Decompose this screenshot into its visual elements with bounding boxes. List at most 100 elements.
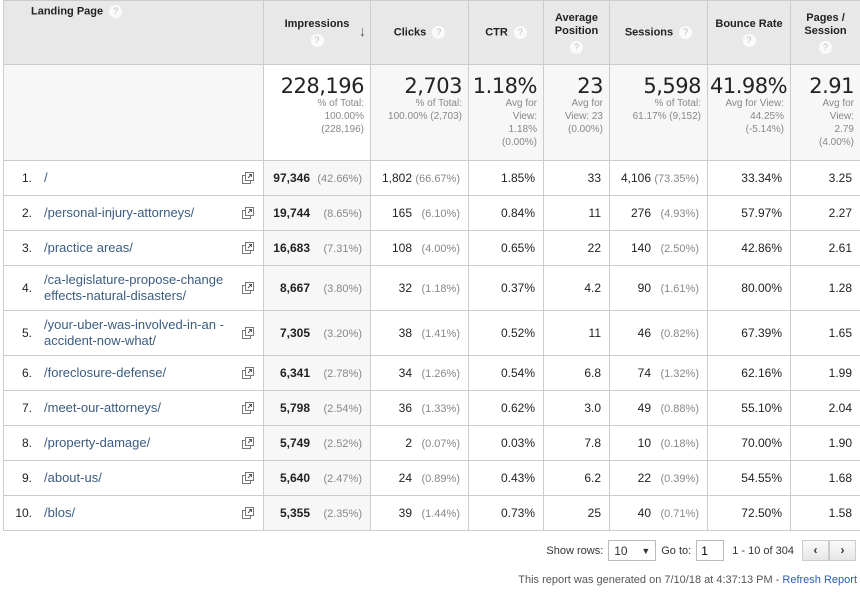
col-header-clicks[interactable]: Clicks? — [370, 0, 469, 65]
dropdown-caret-icon: ▼ — [641, 545, 651, 556]
table-row: 7. /meet-our-attorneys/5,798 (2.54%) 36 (1.3… — [3, 390, 860, 426]
ctr-cell: 0.03% — [468, 425, 544, 461]
col-header-bounce-rate[interactable]: Bounce Rate? — [707, 0, 791, 65]
col-header-landing-page[interactable]: Landing Page? — [3, 0, 264, 65]
landing-page-link[interactable]: /meet-our-attorneys/ — [44, 400, 240, 416]
landing-page-cell: 10. /blos/ — [3, 495, 264, 531]
table-row: 3. /practice areas/16,683 (7.31%) 108 (4.00%… — [3, 230, 860, 266]
pages-session-cell: 1.99 — [790, 355, 860, 391]
landing-page-link[interactable]: /blos/ — [44, 505, 240, 521]
help-icon[interactable]: ? — [109, 5, 123, 18]
landing-page-link[interactable]: /personal-injury-attorneys/ — [44, 205, 240, 221]
landing-page-link[interactable]: /about-us/ — [44, 470, 240, 486]
clicks-cell: 38 (1.41%) — [370, 310, 469, 356]
sort-descending-icon[interactable]: ↓ — [359, 24, 366, 38]
help-icon[interactable]: ? — [679, 25, 693, 39]
clicks-cell: 32 (1.18%) — [370, 265, 469, 311]
col-header-pages-session[interactable]: Pages / Session? — [790, 0, 860, 65]
avg-position-cell: 3.0 — [543, 390, 610, 426]
summary-clicks: 2,703% of Total: 100.00% (2,703) — [370, 64, 469, 161]
ctr-cell: 0.52% — [468, 310, 544, 356]
landing-page-link[interactable]: / — [44, 170, 240, 186]
open-external-link-icon[interactable] — [241, 326, 255, 340]
landing-page-link[interactable]: /property-damage/ — [44, 435, 240, 451]
bounce-rate-cell: 72.50% — [707, 495, 791, 531]
row-index: 3. — [21, 241, 32, 255]
landing-page-cell: 2. /personal-injury-attorneys/ — [3, 195, 264, 231]
sessions-cell: 46 (0.82%) — [609, 310, 708, 356]
bounce-rate-cell: 67.39% — [707, 310, 791, 356]
row-range-text: 1 - 10 of 304 — [732, 544, 794, 557]
col-header-sessions[interactable]: Sessions? — [609, 0, 708, 65]
table-row: 6. /foreclosure-defense/6,341 (2.78%) 34 (1.… — [3, 355, 860, 391]
open-external-link-icon[interactable] — [241, 506, 255, 520]
clicks-cell: 165 (6.10%) — [370, 195, 469, 231]
col-header-avg-position[interactable]: Average Position? — [543, 0, 610, 65]
landing-page-link[interactable]: /your-uber-was-involved-in-an -accident-… — [44, 317, 240, 349]
pages-session-cell: 1.68 — [790, 460, 860, 496]
col-header-impressions[interactable]: Impressions ? ↓ — [263, 0, 371, 65]
clicks-cell: 2 (0.07%) — [370, 425, 469, 461]
sessions-cell: 140 (2.50%) — [609, 230, 708, 266]
summary-ctr: 1.18% Avg for View: 1.18% (0.00%) — [468, 64, 544, 161]
show-rows-select[interactable]: 10 ▼ — [608, 540, 657, 561]
col-header-ctr[interactable]: CTR? — [468, 0, 544, 65]
ctr-cell: 0.54% — [468, 355, 544, 391]
sessions-cell: 22 (0.39%) — [609, 460, 708, 496]
table-row: 10. /blos/5,355 (2.35%) 39 (1.44%) 0.73% 25 40(… — [3, 495, 860, 531]
summary-sessions: 5,598% of Total: 61.17% (9,152) — [609, 64, 708, 161]
open-external-link-icon[interactable] — [241, 281, 255, 295]
landing-page-cell: 9. /about-us/ — [3, 460, 264, 496]
sessions-cell: 276 (4.93%) — [609, 195, 708, 231]
ctr-cell: 0.43% — [468, 460, 544, 496]
bounce-rate-cell: 70.00% — [707, 425, 791, 461]
goto-page-input[interactable] — [696, 540, 725, 561]
row-index: 1. — [21, 171, 32, 185]
help-icon[interactable]: ? — [513, 25, 527, 39]
row-index: 8. — [21, 436, 32, 450]
landing-page-link[interactable]: /practice areas/ — [44, 240, 240, 256]
table-row: 2. /personal-injury-attorneys/19,744 (8.65… — [3, 195, 860, 231]
ctr-cell: 0.84% — [468, 195, 544, 231]
help-icon[interactable]: ? — [819, 40, 832, 54]
prev-page-button[interactable]: ‹ — [802, 540, 829, 561]
bounce-rate-cell: 42.86% — [707, 230, 791, 266]
impressions-cell: 5,355 (2.35%) — [263, 495, 371, 531]
row-index: 9. — [21, 471, 32, 485]
summary-label-cell — [3, 64, 264, 161]
ctr-cell: 0.73% — [468, 495, 544, 531]
open-external-link-icon[interactable] — [241, 366, 255, 380]
open-external-link-icon[interactable] — [241, 436, 255, 450]
landing-page-report-table: Landing Page? Impressions ? ↓ Clicks? CT… — [3, 0, 860, 531]
open-external-link-icon[interactable] — [241, 471, 255, 485]
open-external-link-icon[interactable] — [241, 171, 255, 185]
avg-position-cell: 6.8 — [543, 355, 610, 391]
sessions-cell: 90 (1.61%) — [609, 265, 708, 311]
row-index: 2. — [21, 206, 32, 220]
avg-position-cell: 11 — [543, 310, 610, 356]
pages-session-cell: 2.27 — [790, 195, 860, 231]
help-icon[interactable]: ? — [570, 40, 583, 54]
bounce-rate-cell: 54.55% — [707, 460, 791, 496]
open-external-link-icon[interactable] — [241, 206, 255, 220]
help-icon[interactable]: ? — [310, 34, 324, 47]
goto-label: Go to: — [661, 544, 692, 557]
pages-session-cell: 1.28 — [790, 265, 860, 311]
help-icon[interactable]: ? — [432, 25, 446, 39]
pages-session-cell: 2.61 — [790, 230, 860, 266]
report-generated-line: This report was generated on 7/10/18 at … — [518, 574, 857, 586]
open-external-link-icon[interactable] — [241, 241, 255, 255]
ctr-cell: 0.62% — [468, 390, 544, 426]
help-icon[interactable]: ? — [742, 34, 756, 47]
open-external-link-icon[interactable] — [241, 401, 255, 415]
next-page-button[interactable]: › — [829, 540, 856, 561]
refresh-report-link[interactable]: Refresh Report — [782, 574, 857, 586]
sessions-cell: 74 (1.32%) — [609, 355, 708, 391]
impressions-cell: 16,683 (7.31%) — [263, 230, 371, 266]
landing-page-link[interactable]: /ca-legislature-propose-change effects-n… — [44, 272, 240, 304]
header-row: Landing Page? Impressions ? ↓ Clicks? CT… — [3, 0, 860, 65]
clicks-cell: 1,802 (66.67%) — [370, 160, 469, 196]
landing-page-cell: 7. /meet-our-attorneys/ — [3, 390, 264, 426]
row-index: 4. — [21, 281, 32, 295]
landing-page-link[interactable]: /foreclosure-defense/ — [44, 365, 240, 381]
